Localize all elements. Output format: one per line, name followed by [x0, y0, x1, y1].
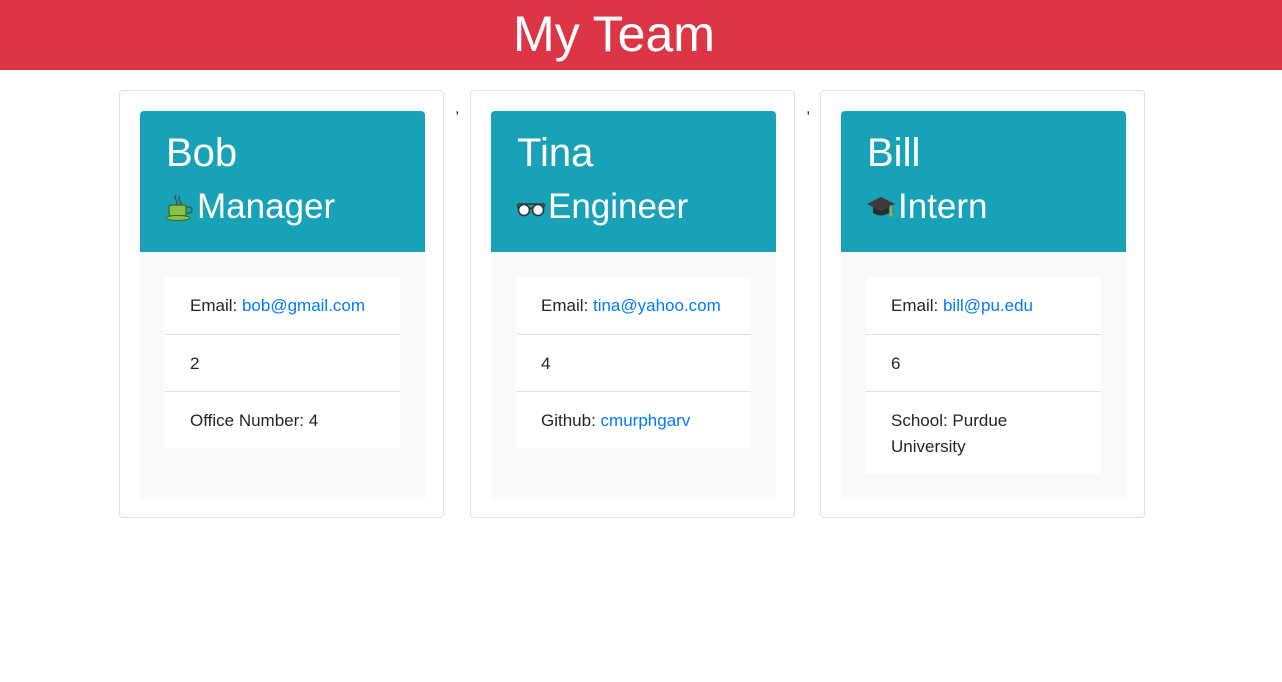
card-header: Bill Intern: [841, 111, 1126, 252]
member-details-list: Email: tina@yahoo.com 4 Github: cmurphga…: [516, 277, 751, 448]
id-row: 4: [516, 334, 751, 391]
member-role-label: Engineer: [548, 187, 689, 226]
separator-comma: ,: [806, 100, 811, 117]
member-details-list: Email: bob@gmail.com 2 Office Number: 4: [165, 277, 400, 448]
github-link[interactable]: cmurphgarv: [601, 411, 691, 430]
card-body: Bill Intern Email: bill@pu.edu 6 School:…: [841, 111, 1126, 498]
card-header: Tina Engineer: [491, 111, 776, 252]
member-role: Intern: [866, 185, 988, 229]
id-row: 2: [165, 334, 400, 391]
member-id: 6: [891, 354, 901, 373]
member-id: 4: [541, 354, 551, 373]
github-row: Github: cmurphgarv: [516, 391, 751, 448]
team-member-card-bob: Bob Manager Email: bob@gmail.com 2 Offic…: [119, 90, 444, 518]
member-role: Engineer: [516, 185, 688, 229]
github-label: Github:: [541, 411, 601, 430]
email-row: Email: bob@gmail.com: [165, 277, 400, 334]
member-name: Bob: [166, 131, 238, 175]
page-header: My Team: [0, 0, 1282, 70]
email-row: Email: tina@yahoo.com: [516, 277, 751, 334]
id-row: 6: [866, 334, 1101, 391]
member-name: Bill: [867, 131, 921, 175]
member-name: Tina: [517, 131, 594, 175]
member-role: Manager: [165, 185, 335, 229]
graduation-cap-icon: [866, 192, 896, 222]
team-member-card-tina: Tina Engineer Email: tina@yahoo.com 4 Gi…: [470, 90, 795, 518]
member-id: 2: [190, 354, 200, 373]
card-header: Bob Manager: [140, 111, 425, 252]
card-body: Bob Manager Email: bob@gmail.com 2 Offic…: [140, 111, 425, 498]
separator-comma: ,: [455, 100, 460, 117]
card-body: Tina Engineer Email: tina@yahoo.com 4 Gi…: [491, 111, 776, 498]
email-label: Email:: [891, 296, 943, 315]
coffee-cup-icon: [165, 192, 195, 222]
email-label: Email:: [190, 296, 242, 315]
member-role-label: Intern: [898, 187, 988, 226]
school-label: School: Purdue University: [891, 411, 1008, 456]
email-link[interactable]: tina@yahoo.com: [593, 296, 721, 315]
email-row: Email: bill@pu.edu: [866, 277, 1101, 334]
office-number: Office Number: 4: [190, 411, 319, 430]
email-link[interactable]: bob@gmail.com: [242, 296, 365, 315]
email-link[interactable]: bill@pu.edu: [943, 296, 1033, 315]
email-label: Email:: [541, 296, 593, 315]
office-number-row: Office Number: 4: [165, 391, 400, 448]
school-row: School: Purdue University: [866, 391, 1101, 474]
team-member-card-bill: Bill Intern Email: bill@pu.edu 6 School:…: [820, 90, 1145, 518]
member-details-list: Email: bill@pu.edu 6 School: Purdue Univ…: [866, 277, 1101, 474]
glasses-icon: [516, 192, 546, 222]
page-title: My Team: [513, 6, 715, 62]
member-role-label: Manager: [197, 187, 336, 226]
